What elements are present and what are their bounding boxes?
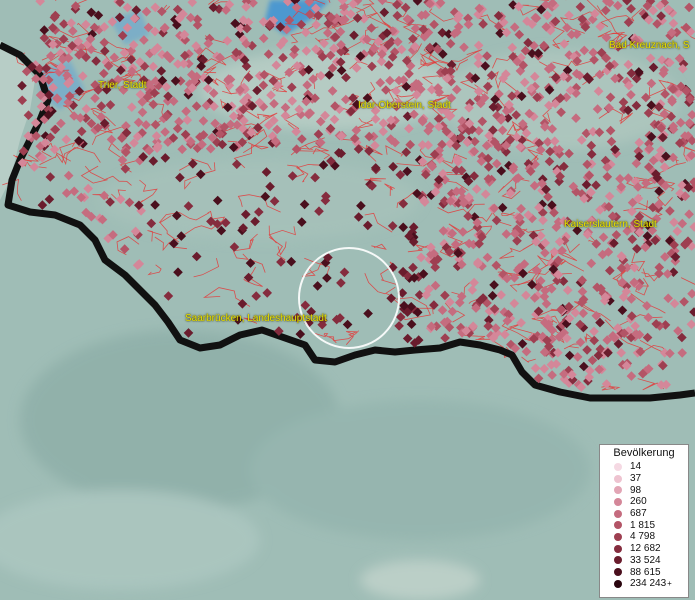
place-label: Bad Kreuznach, S bbox=[609, 40, 690, 51]
legend-title: Bevölkerung bbox=[613, 447, 675, 459]
legend-swatch bbox=[614, 474, 622, 483]
legend-label: 88 615 bbox=[630, 566, 661, 578]
legend-label: 98 bbox=[630, 484, 642, 496]
legend-label: 33 524 bbox=[630, 554, 661, 566]
legend: Bevölkerung 14 37 98 260 687 1 815 4 798 12 682… bbox=[599, 444, 689, 598]
place-label: Saarbrücken, Landeshauptstadt bbox=[185, 313, 327, 324]
legend-item: 33 524 bbox=[614, 555, 688, 567]
legend-label: 260 bbox=[630, 496, 647, 508]
legend-swatch bbox=[614, 544, 622, 553]
legend-list: 14 37 98 260 687 1 815 4 798 12 682 33 524 88 615… bbox=[600, 461, 688, 590]
legend-swatch bbox=[614, 486, 622, 495]
legend-swatch bbox=[614, 579, 622, 588]
place-label: Trier, Stadt bbox=[98, 80, 147, 91]
legend-item: 687 bbox=[614, 508, 688, 520]
legend-item: 98 bbox=[614, 484, 688, 496]
legend-item: 234 243 + bbox=[614, 578, 688, 590]
legend-swatch bbox=[614, 568, 622, 577]
legend-item: 14 bbox=[614, 461, 688, 473]
legend-label: 687 bbox=[630, 508, 647, 520]
legend-item: 37 bbox=[614, 473, 688, 485]
place-label: Kaiserslautern, Stadt bbox=[564, 219, 657, 230]
legend-swatch bbox=[614, 497, 622, 506]
legend-label: 14 bbox=[630, 461, 642, 473]
legend-label: 4 798 bbox=[630, 531, 656, 543]
legend-item: 12 682 bbox=[614, 543, 688, 555]
legend-swatch bbox=[614, 556, 622, 565]
map-view[interactable]: Trier, Stadt Idar-Oberstein, Stadt Bad Kre… bbox=[0, 0, 695, 600]
legend-item: 4 798 bbox=[614, 531, 688, 543]
legend-label: 12 682 bbox=[630, 543, 661, 555]
legend-label: 37 bbox=[630, 473, 642, 485]
legend-item: 88 615 bbox=[614, 566, 688, 578]
legend-item: 260 bbox=[614, 496, 688, 508]
legend-swatch bbox=[614, 462, 622, 471]
legend-swatch bbox=[614, 521, 622, 530]
place-label: Idar-Oberstein, Stadt bbox=[358, 100, 451, 111]
legend-plus-marker: + bbox=[667, 579, 672, 589]
legend-label: 1 815 bbox=[630, 519, 656, 531]
legend-label: 234 243 bbox=[630, 578, 667, 590]
legend-swatch bbox=[614, 532, 622, 541]
legend-item: 1 815 bbox=[614, 519, 688, 531]
legend-swatch bbox=[614, 509, 622, 518]
